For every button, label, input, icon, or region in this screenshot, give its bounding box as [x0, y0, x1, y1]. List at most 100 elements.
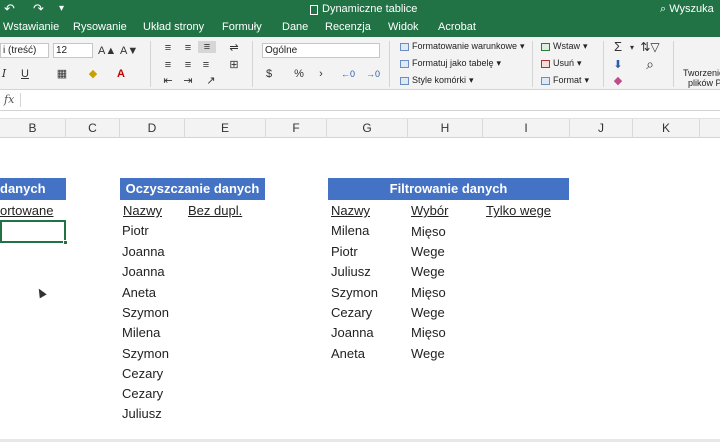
- ribbon: i (treść) 12 A▲ A▼ I U ▦ ◆ A ≡ ≡ ≡ ⇌ ≡ ≡…: [0, 37, 720, 90]
- orientation-icon[interactable]: ↗: [202, 75, 220, 87]
- align-top-icon[interactable]: ≡: [160, 42, 176, 54]
- column-header-g[interactable]: G: [327, 119, 408, 138]
- list-item[interactable]: Piotr: [122, 223, 149, 239]
- column-header-e[interactable]: E: [185, 119, 266, 138]
- list-item[interactable]: Cezary: [122, 386, 163, 402]
- list-item[interactable]: Joanna: [122, 264, 165, 280]
- find-select-icon[interactable]: ⌕: [640, 57, 660, 71]
- italic-button[interactable]: I: [0, 68, 8, 80]
- undo-icon[interactable]: ↶: [4, 1, 15, 17]
- column-header-f[interactable]: F: [266, 119, 327, 138]
- function-icon[interactable]: fx: [4, 93, 14, 106]
- search-box[interactable]: ⌕ Wyszuka: [660, 3, 714, 16]
- list-item[interactable]: Szymon: [122, 305, 169, 321]
- tab-acrobat[interactable]: Acrobat: [438, 21, 476, 34]
- align-right-icon[interactable]: ≡: [198, 59, 214, 71]
- column-header-j[interactable]: J: [570, 119, 633, 138]
- autosum-button[interactable]: Σ: [610, 40, 626, 53]
- decrease-indent-icon[interactable]: ⇤: [160, 75, 176, 87]
- font-color-icon[interactable]: A: [114, 68, 128, 80]
- font-size-select[interactable]: 12: [53, 43, 93, 58]
- filtering-choice-header[interactable]: Wybór: [411, 203, 448, 219]
- tab-view[interactable]: Widok: [388, 21, 419, 34]
- worksheet-grid[interactable]: danych ortowane Oczyszczanie danych Nazw…: [0, 138, 720, 442]
- table-row-name[interactable]: Juliusz: [331, 264, 371, 280]
- table-row-choice[interactable]: Wege: [411, 264, 445, 280]
- table-row-choice[interactable]: Wege: [411, 305, 445, 321]
- cell-styles-button[interactable]: Style komórki ▾: [400, 75, 474, 86]
- selected-cell[interactable]: [0, 220, 68, 245]
- grow-font-icon[interactable]: A▲: [98, 45, 116, 57]
- table-row-choice[interactable]: Wege: [411, 244, 445, 260]
- align-center-icon[interactable]: ≡: [180, 59, 196, 71]
- borders-icon[interactable]: ▦: [53, 68, 71, 80]
- table-row-name[interactable]: Szymon: [331, 285, 378, 301]
- table-row-choice[interactable]: Mięso: [411, 224, 446, 240]
- number-format-select[interactable]: Ogólne: [262, 43, 380, 58]
- chevron-down-icon[interactable]: ▾: [627, 42, 637, 54]
- cleaning-names-header[interactable]: Nazwy: [123, 203, 162, 219]
- table-row-name[interactable]: Aneta: [331, 346, 365, 362]
- font-name-select[interactable]: i (treść): [0, 43, 49, 58]
- list-item[interactable]: Aneta: [122, 285, 156, 301]
- filtering-vege-header[interactable]: Tylko wege: [486, 203, 551, 219]
- column-header-c[interactable]: C: [66, 119, 120, 138]
- tab-page-layout[interactable]: Układ strony: [143, 21, 204, 34]
- formula-input[interactable]: [24, 92, 714, 108]
- tab-data[interactable]: Dane: [282, 21, 308, 34]
- table-row-name[interactable]: Joanna: [331, 325, 374, 341]
- clear-icon[interactable]: ◆: [610, 75, 626, 87]
- list-item[interactable]: Juliusz: [122, 406, 162, 422]
- tab-draw[interactable]: Rysowanie: [73, 21, 127, 34]
- shrink-font-icon[interactable]: A▼: [120, 45, 138, 57]
- table-row-name[interactable]: Milena: [331, 223, 369, 239]
- chevron-down-icon: ▾: [469, 75, 474, 85]
- list-item[interactable]: Cezary: [122, 366, 163, 382]
- conditional-formatting-button[interactable]: Formatowanie warunkowe ▾: [400, 41, 525, 52]
- column-header-k[interactable]: K: [633, 119, 700, 138]
- align-bottom-icon[interactable]: ≡: [198, 41, 216, 53]
- cleaning-unique-header[interactable]: Bez dupl.: [188, 203, 242, 219]
- align-left-icon[interactable]: ≡: [160, 59, 176, 71]
- column-header-i[interactable]: I: [483, 119, 570, 138]
- table-row-choice[interactable]: Mięso: [411, 325, 446, 341]
- sort-filter-icon[interactable]: ⇅▽: [640, 41, 660, 53]
- wrap-text-icon[interactable]: ⇌: [225, 42, 243, 54]
- left-subheader-cell[interactable]: ortowane: [0, 203, 53, 219]
- delete-cells-button[interactable]: Usuń ▾: [541, 58, 582, 69]
- increase-decimal-icon[interactable]: ←0: [340, 68, 356, 80]
- column-header-h[interactable]: H: [408, 119, 483, 138]
- filtering-names-header[interactable]: Nazwy: [331, 203, 370, 219]
- align-middle-icon[interactable]: ≡: [180, 42, 196, 54]
- chevron-down-icon: ▾: [577, 58, 582, 68]
- table-row-name[interactable]: Cezary: [331, 305, 372, 321]
- tab-formulas[interactable]: Formuły: [222, 21, 262, 34]
- fill-icon[interactable]: ⬇: [610, 59, 626, 71]
- decrease-decimal-icon[interactable]: →0: [365, 68, 381, 80]
- redo-icon[interactable]: ↷: [33, 1, 44, 17]
- comma-style-button[interactable]: ›: [314, 68, 328, 80]
- table-row-choice[interactable]: Mięso: [411, 285, 446, 301]
- merge-center-icon[interactable]: ⊞: [225, 59, 243, 71]
- table-row-choice[interactable]: Wege: [411, 346, 445, 362]
- format-cells-button[interactable]: Format ▾: [541, 75, 589, 86]
- tab-review[interactable]: Recenzja: [325, 21, 371, 34]
- insert-cells-button[interactable]: Wstaw ▾: [541, 41, 588, 52]
- create-pdf-label-2[interactable]: plików P: [688, 78, 720, 89]
- currency-button[interactable]: $: [262, 68, 276, 80]
- list-item[interactable]: Szymon: [122, 346, 169, 362]
- format-as-table-button[interactable]: Formatuj jako tabelę ▾: [400, 58, 501, 69]
- table-row-name[interactable]: Piotr: [331, 244, 358, 260]
- customize-qat-icon[interactable]: ▾: [59, 1, 64, 17]
- fill-handle[interactable]: [63, 240, 68, 245]
- title-bar: ↶ ↷ ▾ Dynamiczne tablice ⌕ Wyszuka: [0, 0, 720, 19]
- underline-button[interactable]: U: [18, 68, 32, 80]
- tab-insert[interactable]: Wstawianie: [3, 21, 59, 34]
- column-header-d[interactable]: D: [120, 119, 185, 138]
- fill-color-icon[interactable]: ◆: [85, 68, 101, 80]
- percent-button[interactable]: %: [292, 68, 306, 80]
- list-item[interactable]: Milena: [122, 325, 160, 341]
- list-item[interactable]: Joanna: [122, 244, 165, 260]
- increase-indent-icon[interactable]: ⇥: [180, 75, 196, 87]
- column-header-b[interactable]: B: [0, 119, 66, 138]
